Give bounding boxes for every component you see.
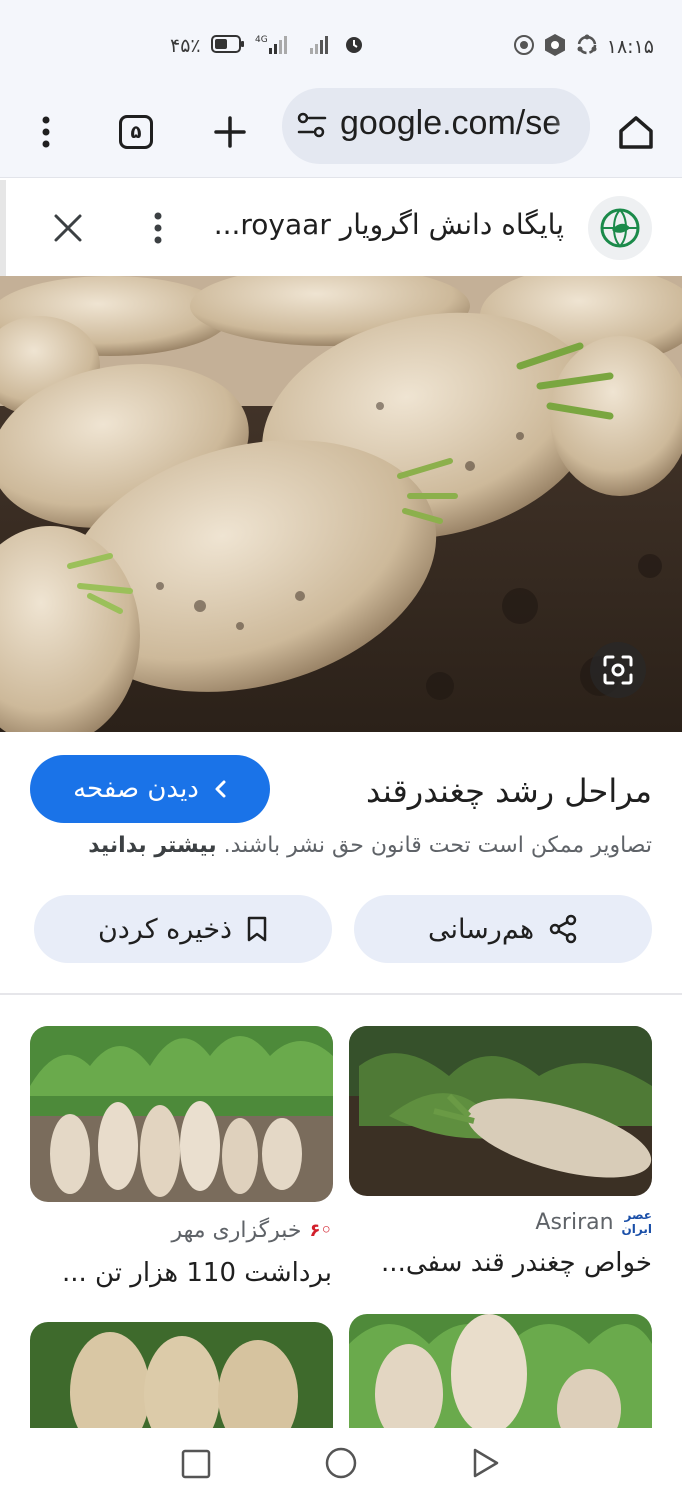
related-image-4[interactable] bbox=[30, 1322, 333, 1428]
triangle-back-icon bbox=[473, 1448, 499, 1478]
status-left-group: ۴۵٪ 4G bbox=[170, 33, 365, 59]
url-text: google.com/se bbox=[340, 104, 562, 142]
sugar-beet-photo bbox=[0, 276, 682, 732]
plus-icon bbox=[214, 116, 246, 148]
menu-button[interactable] bbox=[18, 104, 74, 160]
related-image-1[interactable] bbox=[349, 1026, 652, 1196]
globe-leaf-icon bbox=[600, 208, 640, 248]
chevron-left-icon bbox=[215, 780, 226, 798]
status-right-group: ۱۸:۱۵ bbox=[513, 33, 654, 61]
more-vert-icon bbox=[42, 116, 50, 148]
svg-text:4G: 4G bbox=[255, 35, 268, 45]
address-bar[interactable]: google.com/se bbox=[282, 88, 590, 164]
close-button[interactable] bbox=[48, 208, 88, 248]
status-bar: ۴۵٪ 4G ۱۸:۱۵ bbox=[0, 0, 682, 86]
system-nav-bar bbox=[0, 1428, 682, 1500]
battery-percent: ۴۵٪ bbox=[170, 35, 201, 57]
share-button[interactable]: هم‌رسانی bbox=[354, 895, 652, 963]
home-icon bbox=[619, 116, 653, 149]
asriran-logo-icon: عصر ایران bbox=[621, 1208, 652, 1236]
circle-icon bbox=[325, 1447, 357, 1479]
related-title-1[interactable]: خواص چغندر قند سفی... bbox=[381, 1248, 652, 1278]
more-vert-icon bbox=[154, 212, 162, 244]
share-icon bbox=[549, 914, 577, 944]
save-button[interactable]: ذخیره کردن bbox=[34, 895, 332, 963]
page-title: مراحل رشد چغندرقند bbox=[366, 772, 652, 810]
recents-button[interactable] bbox=[180, 1448, 212, 1484]
related-image-2[interactable] bbox=[30, 1026, 333, 1202]
divider bbox=[0, 993, 682, 995]
hexagon-app-icon bbox=[543, 33, 567, 61]
visit-label: دیدن صفحه bbox=[73, 774, 199, 804]
back-nav-button[interactable] bbox=[470, 1446, 502, 1484]
bookmark-icon bbox=[247, 916, 267, 942]
home-nav-button[interactable] bbox=[324, 1446, 358, 1484]
related-title-2[interactable]: برداشت 110 هزار تن ... bbox=[62, 1258, 332, 1288]
signal-4g-icon: 4G bbox=[255, 33, 291, 59]
clock-time: ۱۸:۱۵ bbox=[606, 36, 654, 58]
save-label: ذخیره کردن bbox=[97, 913, 233, 945]
sync-app-icon bbox=[575, 33, 599, 61]
learn-more-link[interactable]: بیشتر بدانید bbox=[88, 833, 216, 858]
related-source-2: ◦۶ خبرگزاری مهر bbox=[171, 1218, 332, 1243]
source-site-title[interactable]: پایگاه دانش اگرویار royaar... bbox=[214, 208, 564, 241]
lens-icon bbox=[603, 655, 633, 685]
main-image[interactable] bbox=[0, 276, 682, 732]
tab-count: ۵ bbox=[130, 121, 142, 143]
alarm-icon bbox=[343, 33, 365, 59]
close-icon bbox=[54, 214, 82, 242]
related-source-1: عصر ایران Asriran bbox=[535, 1208, 652, 1236]
home-button[interactable] bbox=[608, 104, 664, 160]
new-tab-button[interactable] bbox=[202, 104, 258, 160]
tab-switcher-button[interactable]: ۵ bbox=[108, 104, 164, 160]
share-label: هم‌رسانی bbox=[427, 913, 535, 945]
signal-icon bbox=[309, 33, 333, 59]
chrome-icon bbox=[513, 34, 535, 60]
square-icon bbox=[181, 1449, 211, 1479]
copyright-text: تصاویر ممکن است تحت قانون حق نشر باشند. bbox=[223, 833, 652, 858]
google-lens-button[interactable] bbox=[590, 642, 646, 698]
panel-menu-button[interactable] bbox=[148, 208, 168, 248]
tab-switcher-icon: ۵ bbox=[119, 115, 153, 149]
visit-page-button[interactable]: دیدن صفحه bbox=[30, 755, 270, 823]
related-image-3[interactable] bbox=[349, 1314, 652, 1428]
copyright-notice: تصاویر ممکن است تحت قانون حق نشر باشند. … bbox=[88, 833, 652, 858]
battery-icon bbox=[210, 34, 245, 58]
mehr-logo-icon: ◦۶ bbox=[309, 1220, 332, 1241]
site-settings-icon[interactable] bbox=[296, 110, 328, 144]
site-logo bbox=[588, 196, 652, 260]
